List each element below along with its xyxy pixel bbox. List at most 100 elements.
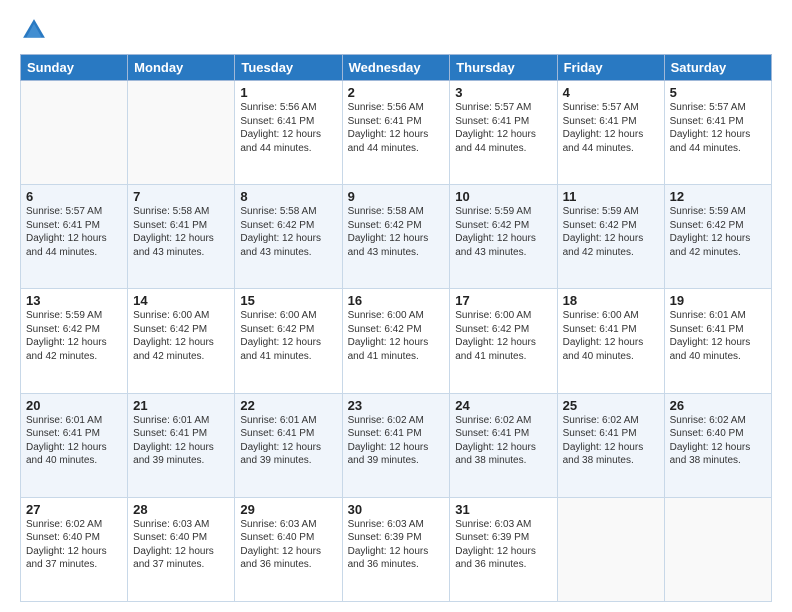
day-info: Sunrise: 5:58 AM Sunset: 6:41 PM Dayligh…	[133, 205, 229, 259]
calendar-cell: 25Sunrise: 6:02 AM Sunset: 6:41 PM Dayli…	[557, 393, 664, 497]
day-number: 14	[133, 293, 229, 308]
weekday-header: Sunday	[21, 55, 128, 81]
calendar-cell: 24Sunrise: 6:02 AM Sunset: 6:41 PM Dayli…	[450, 393, 557, 497]
day-info: Sunrise: 5:56 AM Sunset: 6:41 PM Dayligh…	[348, 101, 445, 155]
calendar-cell: 9Sunrise: 5:58 AM Sunset: 6:42 PM Daylig…	[342, 185, 450, 289]
calendar-body: 1Sunrise: 5:56 AM Sunset: 6:41 PM Daylig…	[21, 81, 772, 602]
day-number: 21	[133, 398, 229, 413]
day-info: Sunrise: 5:59 AM Sunset: 6:42 PM Dayligh…	[26, 309, 122, 363]
calendar-cell: 15Sunrise: 6:00 AM Sunset: 6:42 PM Dayli…	[235, 289, 342, 393]
calendar-cell: 2Sunrise: 5:56 AM Sunset: 6:41 PM Daylig…	[342, 81, 450, 185]
day-number: 4	[563, 85, 659, 100]
day-number: 26	[670, 398, 766, 413]
day-info: Sunrise: 5:59 AM Sunset: 6:42 PM Dayligh…	[563, 205, 659, 259]
calendar-cell: 6Sunrise: 5:57 AM Sunset: 6:41 PM Daylig…	[21, 185, 128, 289]
day-number: 13	[26, 293, 122, 308]
day-info: Sunrise: 5:57 AM Sunset: 6:41 PM Dayligh…	[455, 101, 551, 155]
calendar-cell: 16Sunrise: 6:00 AM Sunset: 6:42 PM Dayli…	[342, 289, 450, 393]
calendar-cell: 3Sunrise: 5:57 AM Sunset: 6:41 PM Daylig…	[450, 81, 557, 185]
day-info: Sunrise: 6:02 AM Sunset: 6:41 PM Dayligh…	[455, 414, 551, 468]
weekday-header: Friday	[557, 55, 664, 81]
day-number: 6	[26, 189, 122, 204]
day-number: 1	[240, 85, 336, 100]
day-info: Sunrise: 5:59 AM Sunset: 6:42 PM Dayligh…	[455, 205, 551, 259]
day-info: Sunrise: 6:01 AM Sunset: 6:41 PM Dayligh…	[26, 414, 122, 468]
weekday-header: Saturday	[664, 55, 771, 81]
week-row: 13Sunrise: 5:59 AM Sunset: 6:42 PM Dayli…	[21, 289, 772, 393]
day-info: Sunrise: 5:57 AM Sunset: 6:41 PM Dayligh…	[26, 205, 122, 259]
day-number: 18	[563, 293, 659, 308]
day-info: Sunrise: 6:02 AM Sunset: 6:41 PM Dayligh…	[563, 414, 659, 468]
day-info: Sunrise: 6:00 AM Sunset: 6:42 PM Dayligh…	[348, 309, 445, 363]
day-info: Sunrise: 6:02 AM Sunset: 6:40 PM Dayligh…	[670, 414, 766, 468]
day-number: 16	[348, 293, 445, 308]
calendar-cell: 23Sunrise: 6:02 AM Sunset: 6:41 PM Dayli…	[342, 393, 450, 497]
week-row: 27Sunrise: 6:02 AM Sunset: 6:40 PM Dayli…	[21, 497, 772, 601]
day-number: 17	[455, 293, 551, 308]
day-number: 20	[26, 398, 122, 413]
day-info: Sunrise: 6:03 AM Sunset: 6:40 PM Dayligh…	[240, 518, 336, 572]
calendar-cell: 22Sunrise: 6:01 AM Sunset: 6:41 PM Dayli…	[235, 393, 342, 497]
day-info: Sunrise: 6:01 AM Sunset: 6:41 PM Dayligh…	[670, 309, 766, 363]
day-number: 8	[240, 189, 336, 204]
calendar-table: SundayMondayTuesdayWednesdayThursdayFrid…	[20, 54, 772, 602]
calendar-cell: 29Sunrise: 6:03 AM Sunset: 6:40 PM Dayli…	[235, 497, 342, 601]
day-number: 10	[455, 189, 551, 204]
day-number: 15	[240, 293, 336, 308]
calendar-cell: 21Sunrise: 6:01 AM Sunset: 6:41 PM Dayli…	[128, 393, 235, 497]
calendar-cell	[128, 81, 235, 185]
week-row: 1Sunrise: 5:56 AM Sunset: 6:41 PM Daylig…	[21, 81, 772, 185]
day-number: 9	[348, 189, 445, 204]
day-number: 19	[670, 293, 766, 308]
calendar-cell: 28Sunrise: 6:03 AM Sunset: 6:40 PM Dayli…	[128, 497, 235, 601]
calendar-cell: 11Sunrise: 5:59 AM Sunset: 6:42 PM Dayli…	[557, 185, 664, 289]
week-row: 6Sunrise: 5:57 AM Sunset: 6:41 PM Daylig…	[21, 185, 772, 289]
calendar-cell: 12Sunrise: 5:59 AM Sunset: 6:42 PM Dayli…	[664, 185, 771, 289]
day-info: Sunrise: 6:00 AM Sunset: 6:41 PM Dayligh…	[563, 309, 659, 363]
calendar-cell: 4Sunrise: 5:57 AM Sunset: 6:41 PM Daylig…	[557, 81, 664, 185]
calendar-cell: 14Sunrise: 6:00 AM Sunset: 6:42 PM Dayli…	[128, 289, 235, 393]
day-info: Sunrise: 5:57 AM Sunset: 6:41 PM Dayligh…	[670, 101, 766, 155]
weekday-row: SundayMondayTuesdayWednesdayThursdayFrid…	[21, 55, 772, 81]
day-number: 22	[240, 398, 336, 413]
day-number: 11	[563, 189, 659, 204]
weekday-header: Tuesday	[235, 55, 342, 81]
day-number: 27	[26, 502, 122, 517]
day-number: 2	[348, 85, 445, 100]
day-number: 12	[670, 189, 766, 204]
day-info: Sunrise: 6:00 AM Sunset: 6:42 PM Dayligh…	[240, 309, 336, 363]
weekday-header: Monday	[128, 55, 235, 81]
calendar-cell: 10Sunrise: 5:59 AM Sunset: 6:42 PM Dayli…	[450, 185, 557, 289]
day-number: 28	[133, 502, 229, 517]
day-number: 5	[670, 85, 766, 100]
calendar-cell: 20Sunrise: 6:01 AM Sunset: 6:41 PM Dayli…	[21, 393, 128, 497]
calendar-cell: 5Sunrise: 5:57 AM Sunset: 6:41 PM Daylig…	[664, 81, 771, 185]
day-info: Sunrise: 5:56 AM Sunset: 6:41 PM Dayligh…	[240, 101, 336, 155]
calendar-cell: 31Sunrise: 6:03 AM Sunset: 6:39 PM Dayli…	[450, 497, 557, 601]
calendar-cell: 30Sunrise: 6:03 AM Sunset: 6:39 PM Dayli…	[342, 497, 450, 601]
day-info: Sunrise: 6:03 AM Sunset: 6:39 PM Dayligh…	[455, 518, 551, 572]
day-number: 30	[348, 502, 445, 517]
day-info: Sunrise: 6:01 AM Sunset: 6:41 PM Dayligh…	[240, 414, 336, 468]
day-number: 31	[455, 502, 551, 517]
logo-icon	[20, 16, 48, 44]
calendar-cell: 19Sunrise: 6:01 AM Sunset: 6:41 PM Dayli…	[664, 289, 771, 393]
day-number: 29	[240, 502, 336, 517]
day-number: 3	[455, 85, 551, 100]
calendar-cell	[21, 81, 128, 185]
weekday-header: Thursday	[450, 55, 557, 81]
day-info: Sunrise: 6:01 AM Sunset: 6:41 PM Dayligh…	[133, 414, 229, 468]
day-info: Sunrise: 5:58 AM Sunset: 6:42 PM Dayligh…	[240, 205, 336, 259]
day-info: Sunrise: 6:00 AM Sunset: 6:42 PM Dayligh…	[133, 309, 229, 363]
day-info: Sunrise: 6:03 AM Sunset: 6:39 PM Dayligh…	[348, 518, 445, 572]
day-info: Sunrise: 6:02 AM Sunset: 6:40 PM Dayligh…	[26, 518, 122, 572]
calendar-header: SundayMondayTuesdayWednesdayThursdayFrid…	[21, 55, 772, 81]
calendar-cell: 13Sunrise: 5:59 AM Sunset: 6:42 PM Dayli…	[21, 289, 128, 393]
day-number: 25	[563, 398, 659, 413]
calendar-cell: 18Sunrise: 6:00 AM Sunset: 6:41 PM Dayli…	[557, 289, 664, 393]
calendar-cell: 8Sunrise: 5:58 AM Sunset: 6:42 PM Daylig…	[235, 185, 342, 289]
header	[20, 16, 772, 44]
day-number: 23	[348, 398, 445, 413]
day-info: Sunrise: 5:59 AM Sunset: 6:42 PM Dayligh…	[670, 205, 766, 259]
day-info: Sunrise: 5:57 AM Sunset: 6:41 PM Dayligh…	[563, 101, 659, 155]
